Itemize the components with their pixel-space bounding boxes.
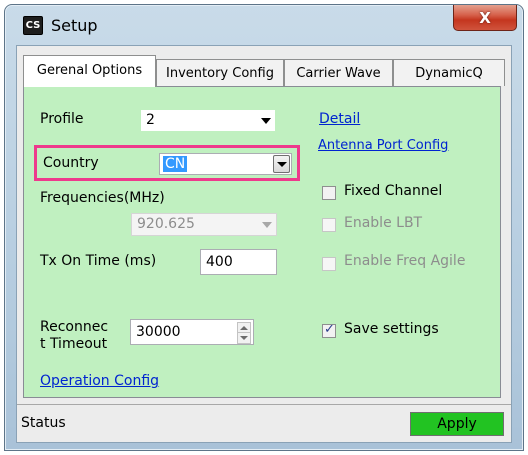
country-highlight-box: Country CN xyxy=(34,145,300,181)
tx-on-time-label: Tx On Time (ms) xyxy=(40,253,157,269)
profile-label: Profile xyxy=(40,111,84,127)
title-bar[interactable]: CS Setup X xyxy=(5,5,523,45)
frequencies-label: Frequencies(MHz) xyxy=(40,190,165,206)
tx-on-time-value: 400 xyxy=(206,254,233,270)
enable-lbt-label: Enable LBT xyxy=(344,215,423,231)
tab-carrier-wave[interactable]: Carrier Wave xyxy=(284,59,393,86)
status-text: Status xyxy=(21,415,66,431)
setup-window: CS Setup X Gerenal Options Inventory Con… xyxy=(4,4,524,451)
detail-link[interactable]: Detail xyxy=(319,111,360,127)
spin-down-icon[interactable] xyxy=(238,333,250,343)
close-icon: X xyxy=(479,8,491,27)
tab-label: DynamicQ xyxy=(415,65,483,81)
reconnect-label-line2: t Timeout xyxy=(40,336,108,352)
enable-freq-agile-label: Enable Freq Agile xyxy=(344,253,466,269)
tx-on-time-input[interactable]: 400 xyxy=(200,249,277,275)
tab-label: Gerenal Options xyxy=(36,63,143,78)
save-settings-checkbox[interactable] xyxy=(322,322,336,338)
profile-value: 2 xyxy=(146,112,155,128)
frequency-select[interactable]: 920.625 xyxy=(131,213,277,236)
chevron-down-icon xyxy=(277,162,287,167)
operation-config-link[interactable]: Operation Config xyxy=(40,373,159,389)
chevron-down-icon xyxy=(262,222,272,228)
fixed-channel-label: Fixed Channel xyxy=(344,183,443,199)
general-options-panel: Profile 2 Detail Antenna Port Config Cou… xyxy=(23,86,501,398)
apply-label: Apply xyxy=(437,416,477,432)
reconnect-timeout-value: 30000 xyxy=(136,324,181,340)
status-bar: Status Apply xyxy=(17,404,511,442)
frequency-value: 920.625 xyxy=(137,216,195,232)
tab-dynamicq[interactable]: DynamicQ xyxy=(393,59,505,86)
client-area: Gerenal Options Inventory Config Carrier… xyxy=(16,45,512,443)
country-label: Country xyxy=(43,155,99,171)
enable-freq-agile-checkbox[interactable] xyxy=(322,257,336,271)
spin-up-icon[interactable] xyxy=(238,323,250,333)
save-settings-label: Save settings xyxy=(344,321,439,337)
tab-label: Carrier Wave xyxy=(296,65,381,81)
enable-lbt-checkbox[interactable] xyxy=(322,218,336,232)
reconnect-label-line1: Reconnec xyxy=(40,319,109,335)
country-dropdown-button[interactable] xyxy=(273,155,290,173)
antenna-port-config-link[interactable]: Antenna Port Config xyxy=(318,138,448,153)
tab-inventory-config[interactable]: Inventory Config xyxy=(156,59,284,86)
chevron-down-icon xyxy=(261,118,271,124)
window-title: Setup xyxy=(51,16,98,35)
reconnect-timeout-input[interactable]: 30000 xyxy=(130,319,254,345)
country-select[interactable]: CN xyxy=(159,153,292,175)
app-icon: CS xyxy=(23,16,43,35)
close-button[interactable]: X xyxy=(453,5,517,31)
apply-button[interactable]: Apply xyxy=(410,412,504,436)
reconnect-timeout-label: Reconnec t Timeout xyxy=(40,319,108,353)
tab-label: Inventory Config xyxy=(166,65,274,81)
tab-general-options[interactable]: Gerenal Options xyxy=(23,55,156,87)
country-value: CN xyxy=(163,156,188,172)
fixed-channel-checkbox[interactable] xyxy=(322,186,336,200)
reconnect-timeout-spinner[interactable] xyxy=(237,322,251,344)
profile-select[interactable]: 2 xyxy=(140,109,276,132)
